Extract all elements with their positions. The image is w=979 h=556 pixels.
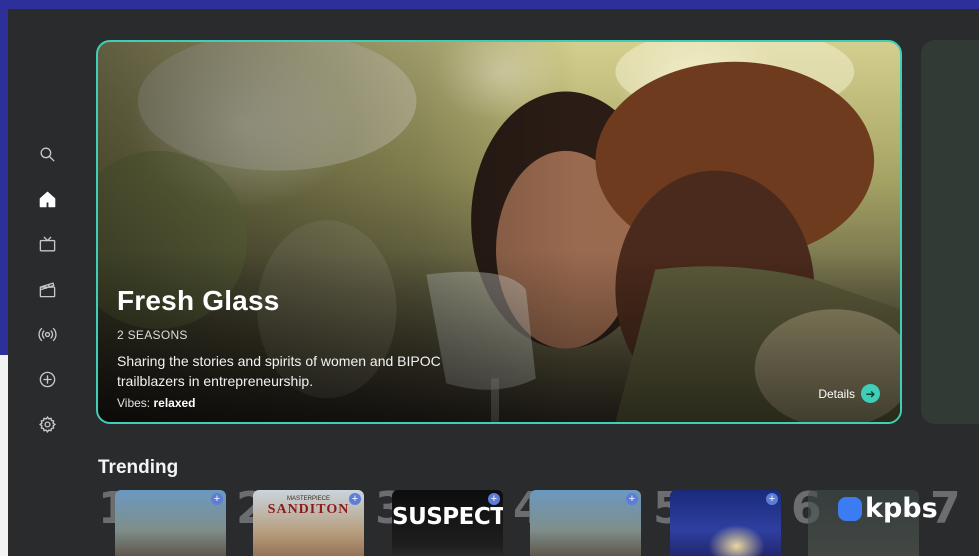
arrow-right-icon: ➜ <box>861 384 880 403</box>
broadcast-icon <box>37 327 57 341</box>
logo-mark <box>838 496 862 521</box>
poster: + <box>670 490 781 556</box>
add-icon[interactable]: + <box>626 493 638 505</box>
add-icon[interactable]: + <box>766 493 778 505</box>
add-circle-icon <box>39 371 55 387</box>
hero-seasons: 2 SEASONS <box>117 328 188 342</box>
tv-icon <box>39 236 55 252</box>
poster-title: SANDITON <box>267 502 350 517</box>
add-icon[interactable]: + <box>211 493 223 505</box>
sidebar-item-search[interactable] <box>32 139 62 169</box>
poster-title: SUSPECTS <box>392 504 503 530</box>
kpbs-logo: kpbs <box>838 493 938 524</box>
vibes-label: Vibes: <box>117 396 151 410</box>
details-label: Details <box>818 386 855 401</box>
vibes-value: relaxed <box>153 396 196 410</box>
clapperboard-icon <box>39 281 55 297</box>
sidebar-item-my-list[interactable] <box>32 364 62 394</box>
left-edge-panel <box>0 355 8 556</box>
logo-text: kpbs <box>865 493 938 524</box>
sidebar-item-settings[interactable] <box>32 409 62 439</box>
sidebar-item-live[interactable] <box>32 319 62 349</box>
add-icon[interactable]: + <box>488 493 500 505</box>
home-icon <box>39 191 55 207</box>
sidebar <box>32 139 62 454</box>
app-window: Fresh Glass 2 SEASONS Sharing the storie… <box>8 9 979 556</box>
details-button[interactable]: Details ➜ <box>818 384 880 403</box>
search-icon <box>39 146 55 162</box>
poster: MASTERPIECE SANDITON + <box>253 490 364 556</box>
gear-icon <box>38 415 56 433</box>
sidebar-item-home[interactable] <box>32 184 62 214</box>
trending-title: Trending <box>98 457 179 478</box>
next-hero-card[interactable] <box>921 40 979 424</box>
add-icon[interactable]: + <box>349 493 361 505</box>
sidebar-item-tv[interactable] <box>32 229 62 259</box>
poster: + <box>530 490 641 556</box>
poster: SUSPECTS + <box>392 490 503 556</box>
poster: + <box>115 490 226 556</box>
hero-description: Sharing the stories and spirits of women… <box>117 353 441 389</box>
hero-title: Fresh Glass <box>117 285 280 316</box>
hero-vibes: Vibes: relaxed <box>117 396 196 410</box>
hero-banner[interactable]: Fresh Glass 2 SEASONS Sharing the storie… <box>96 40 902 424</box>
sidebar-item-movies[interactable] <box>32 274 62 304</box>
